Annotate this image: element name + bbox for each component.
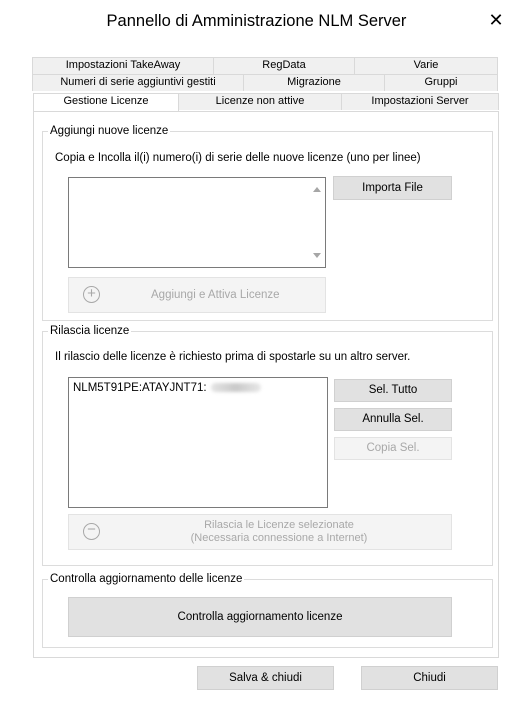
redacted-serial: [210, 383, 261, 393]
serial-numbers-input[interactable]: [68, 177, 326, 268]
release-selected-button[interactable]: − Rilascia le Licenze selezionate (Neces…: [68, 514, 452, 550]
tab-row-2: Numeri di serie aggiuntivi gestiti Migra…: [32, 74, 498, 91]
add-licenses-group: Aggiungi nuove licenze Copia e Incolla i…: [42, 124, 493, 321]
release-licenses-group: Rilascia licenze Il rilascio delle licen…: [42, 324, 493, 566]
licenze-panel: Aggiungi nuove licenze Copia e Incolla i…: [33, 111, 499, 658]
deselect-button[interactable]: Annulla Sel.: [334, 408, 452, 431]
update-check-group: Controlla aggiornamento delle licenze Co…: [42, 572, 493, 648]
release-label-line-2: (Necessaria connessione a Internet): [190, 532, 368, 544]
add-activate-label: Aggiungi e Attiva Licenze: [151, 289, 280, 301]
tab-licenze-non-attive[interactable]: Licenze non attive: [178, 93, 342, 110]
release-licenses-legend: Rilascia licenze: [48, 324, 132, 338]
add-licenses-instruction: Copia e Incolla il(i) numero(i) di serie…: [55, 152, 421, 164]
tab-numeri-di-serie[interactable]: Numeri di serie aggiuntivi gestiti: [32, 74, 244, 91]
license-list-item[interactable]: NLM5T91PE:ATAYJNT71:: [73, 381, 261, 395]
tab-row-3: Gestione Licenze Licenze non attive Impo…: [33, 93, 499, 112]
add-licenses-legend: Aggiungi nuove licenze: [48, 124, 171, 138]
title-bar: Pannello di Amministrazione NLM Server ✕: [0, 0, 513, 42]
plus-circle-icon: +: [83, 286, 100, 303]
tab-varie[interactable]: Varie: [354, 57, 498, 74]
add-activate-button[interactable]: + Aggiungi e Attiva Licenze: [68, 277, 326, 313]
select-all-button[interactable]: Sel. Tutto: [334, 379, 452, 402]
tab-row-1: Impostazioni TakeAway RegData Varie: [32, 57, 498, 74]
license-list[interactable]: NLM5T91PE:ATAYJNT71:: [68, 377, 328, 508]
scroll-up-icon[interactable]: [313, 187, 321, 192]
import-file-button[interactable]: Importa File: [333, 176, 452, 200]
release-selected-label: Rilascia le Licenze selezionate (Necessa…: [149, 519, 409, 545]
tab-migrazione[interactable]: Migrazione: [243, 74, 385, 91]
close-icon[interactable]: ✕: [485, 9, 507, 31]
tab-gestione-licenze[interactable]: Gestione Licenze: [33, 93, 179, 112]
tab-regdata[interactable]: RegData: [213, 57, 355, 74]
admin-panel-window: Pannello di Amministrazione NLM Server ✕…: [0, 0, 513, 702]
close-button[interactable]: Chiudi: [361, 666, 498, 690]
save-close-button[interactable]: Salva & chiudi: [197, 666, 334, 690]
copy-selection-button[interactable]: Copia Sel.: [334, 437, 452, 460]
check-update-button[interactable]: Controlla aggiornamento licenze: [68, 597, 452, 637]
release-label-line-1: Rilascia le Licenze selezionate: [204, 519, 354, 531]
tab-impostazioni-server[interactable]: Impostazioni Server: [341, 93, 499, 110]
scroll-down-icon[interactable]: [313, 253, 321, 258]
window-title: Pannello di Amministrazione NLM Server: [106, 12, 407, 30]
license-serial-text: NLM5T91PE:ATAYJNT71:: [73, 382, 207, 394]
release-licenses-instruction: Il rilascio delle licenze è richiesto pr…: [55, 351, 411, 363]
update-check-legend: Controlla aggiornamento delle licenze: [48, 572, 245, 586]
minus-circle-icon: −: [83, 522, 100, 540]
tab-impostazioni-takeaway[interactable]: Impostazioni TakeAway: [32, 57, 214, 74]
tab-gruppi[interactable]: Gruppi: [384, 74, 498, 91]
